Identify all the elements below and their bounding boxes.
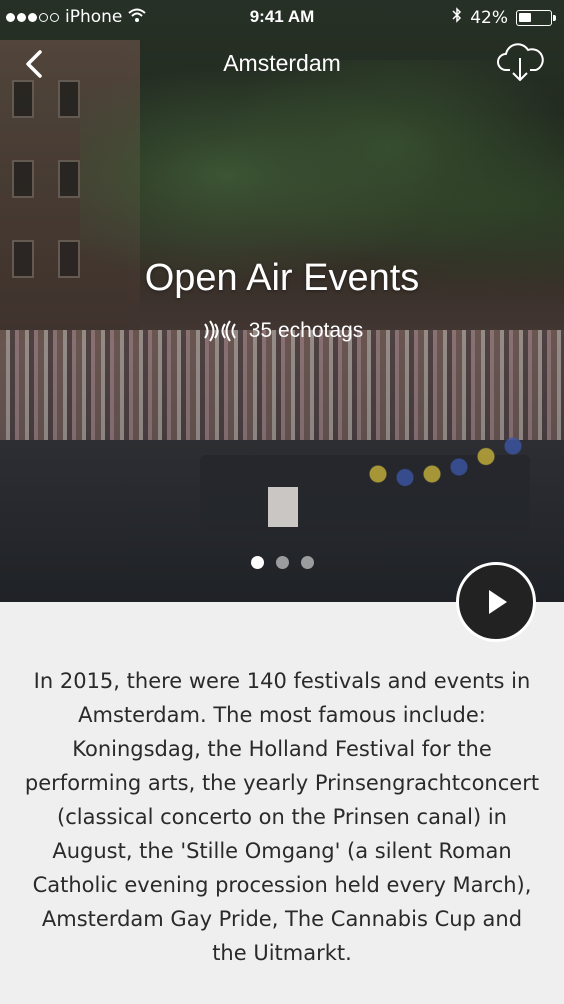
trees-shape bbox=[80, 60, 564, 350]
play-icon bbox=[489, 590, 507, 614]
battery-percent-label: 42% bbox=[470, 7, 508, 28]
download-button[interactable] bbox=[496, 40, 544, 86]
echotags-label: 35 echotags bbox=[248, 319, 364, 342]
balloons-shape bbox=[360, 425, 540, 495]
echotag-signal-icon bbox=[203, 320, 236, 342]
sign-shape bbox=[268, 487, 298, 527]
status-bar-right: 42% bbox=[452, 7, 556, 28]
description-text: In 2015, there were 140 festivals and ev… bbox=[24, 669, 540, 965]
canal-scene-image bbox=[0, 0, 564, 602]
status-bar: iPhone 9:41 AM 42% bbox=[0, 0, 564, 34]
battery-tip bbox=[553, 14, 556, 21]
pager-dot[interactable] bbox=[300, 556, 314, 569]
battery-level-fill bbox=[519, 12, 531, 22]
battery-icon bbox=[516, 9, 556, 26]
cloud-download-icon bbox=[497, 43, 544, 81]
echotags-count: 35 echotags bbox=[0, 318, 564, 344]
navigation-bar: Amsterdam bbox=[0, 40, 564, 88]
page-title: Amsterdam bbox=[223, 50, 341, 76]
pager-dot[interactable] bbox=[275, 556, 289, 569]
play-button[interactable] bbox=[456, 562, 536, 642]
window-shape bbox=[58, 160, 80, 198]
pager-dot[interactable] bbox=[250, 556, 264, 569]
section-title: Open Air Events bbox=[144, 257, 420, 299]
window-shape bbox=[12, 160, 34, 198]
bluetooth-icon bbox=[452, 7, 462, 28]
hero-image: iPhone 9:41 AM 42% Amsterdam Open Air Ev… bbox=[0, 0, 564, 602]
